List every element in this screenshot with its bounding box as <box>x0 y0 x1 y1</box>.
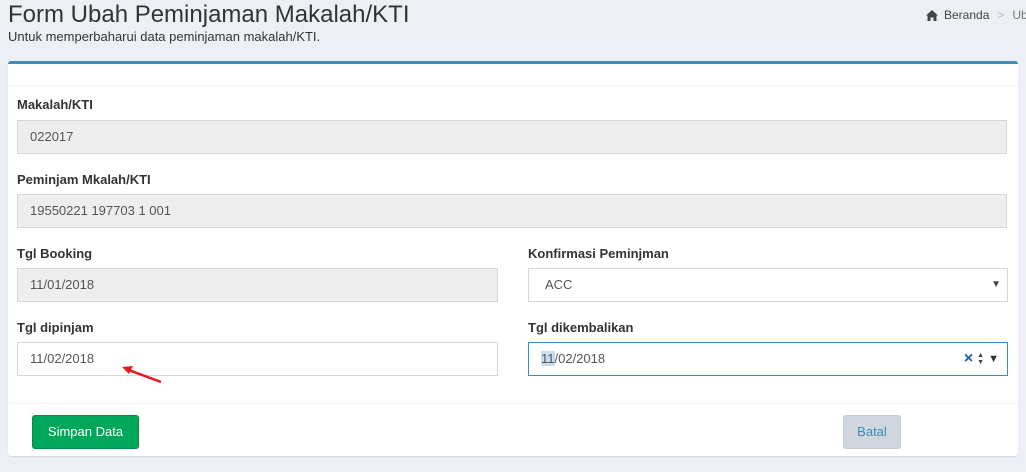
cancel-button[interactable]: Batal <box>843 415 901 449</box>
tgl-dipinjam-input[interactable]: 11/02/2018 <box>17 342 498 376</box>
annotation-arrow-icon <box>122 366 162 384</box>
page-subtitle: Untuk memperbaharui data peminjaman maka… <box>8 29 321 44</box>
box-header <box>8 64 1018 86</box>
makalah-label: Makalah/KTI <box>17 97 93 112</box>
tgl-dipinjam-label: Tgl dipinjam <box>17 320 94 335</box>
konfirmasi-label: Konfirmasi Peminjman <box>528 246 669 261</box>
date-day-segment[interactable]: 11 <box>541 351 555 366</box>
spinner-icon[interactable]: ▲ ▼ <box>977 352 984 366</box>
tgl-dikembalikan-input[interactable]: 11/02/2018 × ▲ ▼ ▼ <box>528 342 1008 376</box>
tgl-dikembalikan-label: Tgl dikembalikan <box>528 320 634 335</box>
form-box: Makalah/KTI 022017 Peminjam Mkalah/KTI 1… <box>8 61 1018 456</box>
konfirmasi-selected-value: ACC <box>545 277 573 292</box>
save-button[interactable]: Simpan Data <box>32 415 139 449</box>
tgl-booking-field[interactable]: 11/01/2018 <box>17 268 498 302</box>
box-footer: Simpan Data Batal <box>8 403 1018 457</box>
breadcrumb: Beranda > Ub <box>926 8 1026 22</box>
dropdown-arrow-icon[interactable]: ▼ <box>988 343 999 375</box>
home-icon <box>926 9 938 21</box>
page-title: Form Ubah Peminjaman Makalah/KTI <box>8 1 410 28</box>
makalah-field[interactable]: 022017 <box>17 120 1007 154</box>
peminjam-label: Peminjam Mkalah/KTI <box>17 172 151 187</box>
breadcrumb-home-link[interactable]: Beranda <box>944 8 989 22</box>
konfirmasi-select[interactable]: ACC ▼ <box>528 268 1008 302</box>
date-controls: × ▲ ▼ ▼ <box>964 343 999 375</box>
tgl-booking-label: Tgl Booking <box>17 246 93 261</box>
peminjam-field[interactable]: 19550221 197703 1 001 <box>17 194 1007 228</box>
date-rest-segment[interactable]: /02/2018 <box>555 351 606 366</box>
caret-down-icon: ▼ <box>991 279 1001 290</box>
breadcrumb-separator: > <box>997 8 1005 22</box>
clear-icon[interactable]: × <box>964 351 973 367</box>
breadcrumb-current: Ub <box>1012 8 1026 22</box>
